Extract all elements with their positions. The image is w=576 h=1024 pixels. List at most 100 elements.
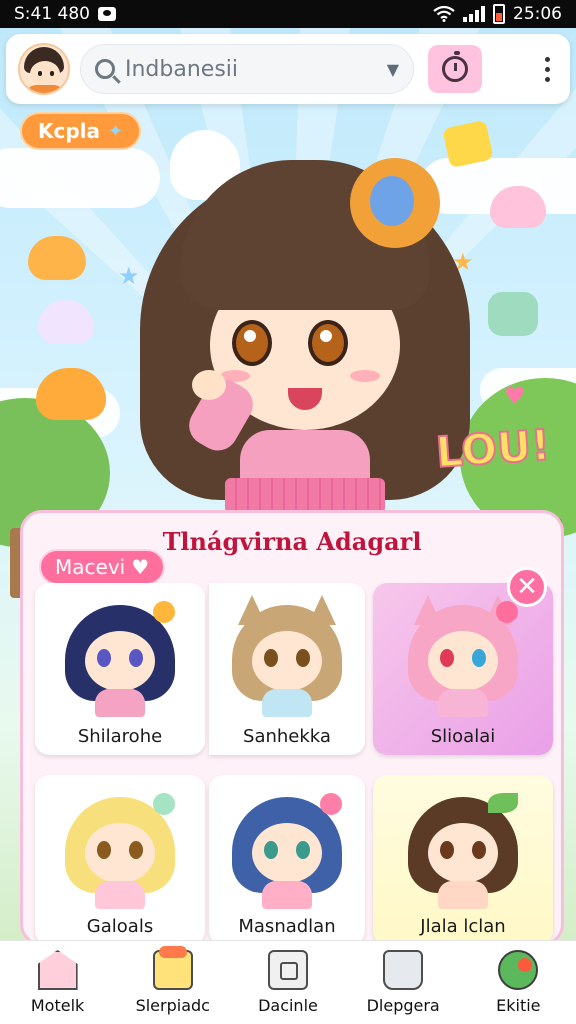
character-portrait [65,595,175,717]
mood-pill-label: Macevi [55,555,126,579]
chibi-bow [153,601,175,623]
shout-text: LOU! [433,419,552,478]
chibi-eye [264,649,278,667]
nav-label: Motelk [30,996,85,1015]
top-bar: Indbanesii ▼ [6,34,570,104]
avatar-eye [50,71,54,76]
heart-icon: ♥ [131,555,150,579]
status-time-left: S:41 480 [14,4,91,24]
hero-hand [192,370,226,400]
avatar-shirt [26,85,64,93]
character-card-6[interactable]: Jlala lclan [373,775,553,943]
leaf-icon [498,950,539,990]
chibi-bow [320,793,342,815]
timer-button[interactable] [428,45,482,93]
battery-icon [493,4,505,24]
heart-decoration: ♥ [504,382,526,410]
hero-character [140,130,470,540]
box-icon [267,950,308,990]
character-name: Shilarohe [77,726,163,747]
status-bar: S:41 480 25:06 [0,0,576,28]
timer-icon [442,51,468,82]
search-value: Indbanesii [125,56,239,82]
chibi-face [85,823,155,883]
character-card-5[interactable]: Masnadlan [209,775,365,943]
chibi-bow [496,601,518,623]
nav-label: Dacinle [258,996,318,1015]
search-input[interactable]: Indbanesii ▼ [80,44,414,94]
chibi-eye [472,841,486,859]
status-left: S:41 480 [14,4,117,24]
nav-label: Slerpiadc [135,996,210,1015]
nav-item-dlepgera[interactable]: Dlepgera [348,950,458,1015]
character-portrait [65,787,175,909]
character-card-4[interactable]: Galoals [35,775,205,943]
chibi-face [85,631,155,691]
chibi-face [428,631,498,691]
chibi-body [438,689,488,717]
chibi-eye [129,649,143,667]
character-portrait [232,787,342,909]
character-portrait [408,787,518,909]
star-decoration: ★ [118,262,140,290]
chibi-body [262,689,312,717]
ghost-decoration [28,236,86,280]
avatar-face [30,61,60,87]
hero-blush [350,370,380,382]
house-icon [37,950,78,990]
character-card-2[interactable]: Sanhekka [209,583,365,755]
more-options-icon[interactable] [536,56,558,82]
close-icon: ✕ [516,572,538,602]
chibi-eye [440,841,454,859]
character-card-1[interactable]: Shilarohe [35,583,205,755]
chibi-eye [440,649,454,667]
status-time-right: 25:06 [513,4,562,24]
mood-pill-button[interactable]: Macevi ♥ [39,549,166,585]
chibi-face [252,823,322,883]
tag-pill-label: Kcpla [38,119,101,143]
ghost-decoration [490,186,546,228]
nav-item-motelk[interactable]: Motelk [3,950,113,1015]
character-name: Masnadlan [238,916,336,937]
chibi-body [438,881,488,909]
nav-item-dacinle[interactable]: Dacinle [233,950,343,1015]
character-name: Sanhekka [243,726,331,747]
wifi-icon [433,5,455,22]
bottom-nav: Motelk Slerpiadc Dacinle Dlepgera Ekitie [0,940,576,1024]
chibi-eye [97,841,111,859]
avatar[interactable] [18,43,70,95]
heart-decoration [488,292,538,336]
chibi-eye [129,841,143,859]
chibi-eye [296,841,310,859]
hero-eye [308,320,348,366]
chibi-eye [296,649,310,667]
cloud [0,148,160,208]
ghost-decoration [36,368,106,420]
avatar-eye [38,71,42,76]
chibi-body [95,689,145,717]
chibi-body [262,881,312,909]
nav-item-slerpiadc[interactable]: Slerpiadc [118,946,228,1015]
chibi-body [95,881,145,909]
search-icon [95,59,115,79]
nav-item-ekitie[interactable]: Ekitie [463,950,573,1015]
character-portrait [408,595,518,717]
character-name: Jlala lclan [420,916,506,937]
chevron-down-icon[interactable]: ▼ [387,60,399,79]
character-panel: Tlnágvirna Adagarl Macevi ♥ ✕ Shilarohe … [20,510,564,946]
nav-label: Dlepgera [366,996,440,1015]
chibi-face [252,631,322,691]
status-right: 25:06 [433,4,562,24]
character-card-3[interactable]: Slioalai [373,583,553,755]
close-button[interactable]: ✕ [507,567,547,607]
chibi-eye [97,649,111,667]
tag-pill-button[interactable]: Kcpla ✦ [20,112,142,150]
shop-icon [152,946,193,990]
sparkle-icon: ✦ [108,120,124,142]
chibi-bow [153,793,175,815]
leaf-decoration [488,793,518,813]
character-name: Galoals [86,916,154,937]
signal-icon [463,6,485,22]
nav-label: Ekitie [496,996,541,1015]
chibi-face [428,823,498,883]
